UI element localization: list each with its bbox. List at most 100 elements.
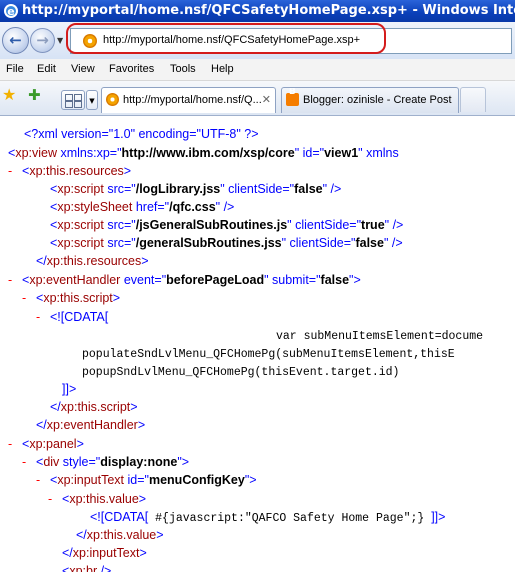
- new-tab-button[interactable]: [460, 87, 486, 112]
- xml-line-content: <xp:script src="/logLibrary.jss" clientS…: [50, 180, 341, 199]
- xml-line-content: <xp:br />: [62, 562, 111, 572]
- xml-line-content: </xp:this.value>: [76, 526, 164, 545]
- xml-line-content: </xp:this.script>: [50, 398, 138, 417]
- collapse-toggle[interactable]: -: [8, 271, 12, 290]
- xml-tag-name: xp:inputText: [72, 546, 140, 560]
- xml-markup: </: [62, 546, 73, 560]
- xml-line-content: <div style="display:none">: [36, 453, 189, 472]
- xml-markup: </: [76, 528, 87, 542]
- menu-tools[interactable]: Tools: [170, 63, 196, 75]
- xml-line-content: </xp:eventHandler>: [36, 416, 145, 435]
- xml-line-content: var subMenuItemsElement=docume: [276, 326, 483, 346]
- xml-line-content: <xp:eventHandler event="beforePageLoad" …: [22, 271, 361, 290]
- xml-attribute: >: [137, 418, 146, 432]
- xml-attribute: id=": [124, 473, 149, 487]
- xml-attribute-value: /generalSubRoutines.jss: [135, 236, 282, 250]
- back-button[interactable]: ←: [2, 27, 29, 54]
- xml-tag-name: xp:eventHandler: [29, 273, 121, 287]
- cdata-code: populateSndLvlMenu_QFCHomePg(subMenuItem…: [82, 348, 455, 361]
- xml-line-content: <xp:this.resources>: [22, 162, 131, 181]
- favorites-star-icon[interactable]: ★: [2, 87, 16, 103]
- xml-line-content: <xp:view xmlns:xp="http://www.ibm.com/xs…: [8, 144, 399, 163]
- xml-tag-name: xp:inputText: [57, 473, 125, 487]
- history-dropdown-icon[interactable]: ▼: [57, 36, 63, 45]
- xml-attribute-value: false: [355, 236, 384, 250]
- xml-attribute: >: [139, 546, 147, 560]
- xml-source-view: <?xml version="1.0" encoding="UTF-8" ?> -…: [0, 116, 515, 572]
- collapse-toggle[interactable]: -: [8, 435, 12, 454]
- xml-attribute: " clientSide=": [287, 218, 362, 232]
- menu-view[interactable]: View: [71, 63, 95, 75]
- xml-attribute: event=": [120, 273, 167, 287]
- xml-attribute: src=": [103, 182, 136, 196]
- xml-tag-name: xp:script: [57, 236, 104, 250]
- xml-markup: <![CDATA[: [90, 510, 149, 524]
- xml-line-content: <?xml version="1.0" encoding="UTF-8" ?>: [24, 125, 259, 144]
- xml-markup: </: [50, 400, 61, 414]
- collapse-toggle[interactable]: -: [22, 453, 26, 472]
- collapse-toggle[interactable]: -: [36, 471, 40, 490]
- xml-attribute: >: [156, 528, 164, 542]
- collapse-toggle[interactable]: -: [48, 490, 52, 509]
- xml-markup: </: [36, 254, 47, 268]
- xml-tag-name: xp:view: [15, 146, 57, 160]
- close-tab-icon[interactable]: ✕: [262, 88, 271, 112]
- xml-tag-name: xp:br: [69, 564, 98, 572]
- xml-attribute-value: /qfc.css: [169, 200, 216, 214]
- xml-markup: <![CDATA[: [50, 310, 109, 324]
- xml-markup: </: [36, 418, 47, 432]
- xml-attribute: ">: [349, 273, 361, 287]
- xml-attribute: xmlns:xp=": [57, 146, 122, 160]
- xml-attribute-value: display:none: [100, 455, 178, 469]
- menu-favorites[interactable]: Favorites: [109, 63, 154, 75]
- xml-attribute: >: [141, 254, 149, 268]
- xml-line-content: ]]>: [62, 380, 76, 399]
- forward-button[interactable]: →: [30, 28, 55, 53]
- tab-list-dropdown-icon[interactable]: ▼: [86, 90, 98, 110]
- xml-attribute-value: /jsGeneralSubRoutines.js: [135, 218, 288, 232]
- xml-line-content: <xp:inputText id="menuConfigKey">: [50, 471, 257, 490]
- xml-line-content: <xp:script src="/jsGeneralSubRoutines.js…: [50, 216, 403, 235]
- tab-label: http://myportal/home.nsf/Q...: [123, 94, 262, 106]
- xml-tag-name: xp:this.value: [69, 492, 139, 506]
- xml-line-content: </xp:inputText>: [62, 544, 147, 563]
- menu-help[interactable]: Help: [211, 63, 234, 75]
- xml-line-content: <xp:styleSheet href="/qfc.css" />: [50, 198, 234, 217]
- cdata-code: #{javascript:"QAFCO Safety Home Page";}: [148, 512, 432, 525]
- tab-current-page[interactable]: http://myportal/home.nsf/Q... ✕: [101, 87, 276, 113]
- xml-attribute: style=": [59, 455, 101, 469]
- xml-line-content: popupSndLvlMenu_QFCHomePg(thisEvent.targ…: [82, 362, 399, 382]
- xml-tag-name: xp:this.value: [86, 528, 157, 542]
- xml-attribute: href=": [132, 200, 170, 214]
- xml-attribute: " xmlns: [358, 146, 399, 160]
- add-favorites-icon[interactable]: ✚: [28, 87, 41, 103]
- xml-attribute: " />: [384, 218, 404, 232]
- xml-attribute: >: [123, 164, 132, 178]
- xml-attribute: " clientSide=": [281, 236, 356, 250]
- address-highlight-annotation: [66, 23, 386, 54]
- xml-tag-name: xp:this.script: [60, 400, 131, 414]
- xml-tag-name: xp:eventHandler: [46, 418, 138, 432]
- xml-tag-name: xp:this.resources: [29, 164, 124, 178]
- quick-tabs-icon[interactable]: [61, 90, 85, 110]
- xml-attribute: " submit=": [264, 273, 321, 287]
- xml-tag-name: xp:styleSheet: [57, 200, 133, 214]
- collapse-toggle[interactable]: -: [8, 162, 12, 181]
- xml-attribute: " />: [215, 200, 235, 214]
- xml-attribute: src=": [103, 236, 136, 250]
- xml-line-content: <xp:panel>: [22, 435, 84, 454]
- xml-tag-name: div: [43, 455, 60, 469]
- xml-attribute: " />: [383, 236, 403, 250]
- menu-file[interactable]: File: [6, 63, 24, 75]
- collapse-toggle[interactable]: -: [22, 289, 26, 308]
- xml-attribute: >: [76, 437, 84, 451]
- xml-line-content: <xp:this.value>: [62, 490, 146, 509]
- xml-attribute: >: [112, 291, 121, 305]
- collapse-toggle[interactable]: -: [36, 308, 40, 327]
- xml-attribute: " clientSide=": [220, 182, 295, 196]
- menu-edit[interactable]: Edit: [37, 63, 56, 75]
- xml-attribute: " id=": [294, 146, 325, 160]
- xml-attribute: " />: [322, 182, 342, 196]
- tab-blogger[interactable]: Blogger: ozinisle - Create Post: [281, 87, 459, 113]
- xml-tag-name: xp:this.resources: [46, 254, 142, 268]
